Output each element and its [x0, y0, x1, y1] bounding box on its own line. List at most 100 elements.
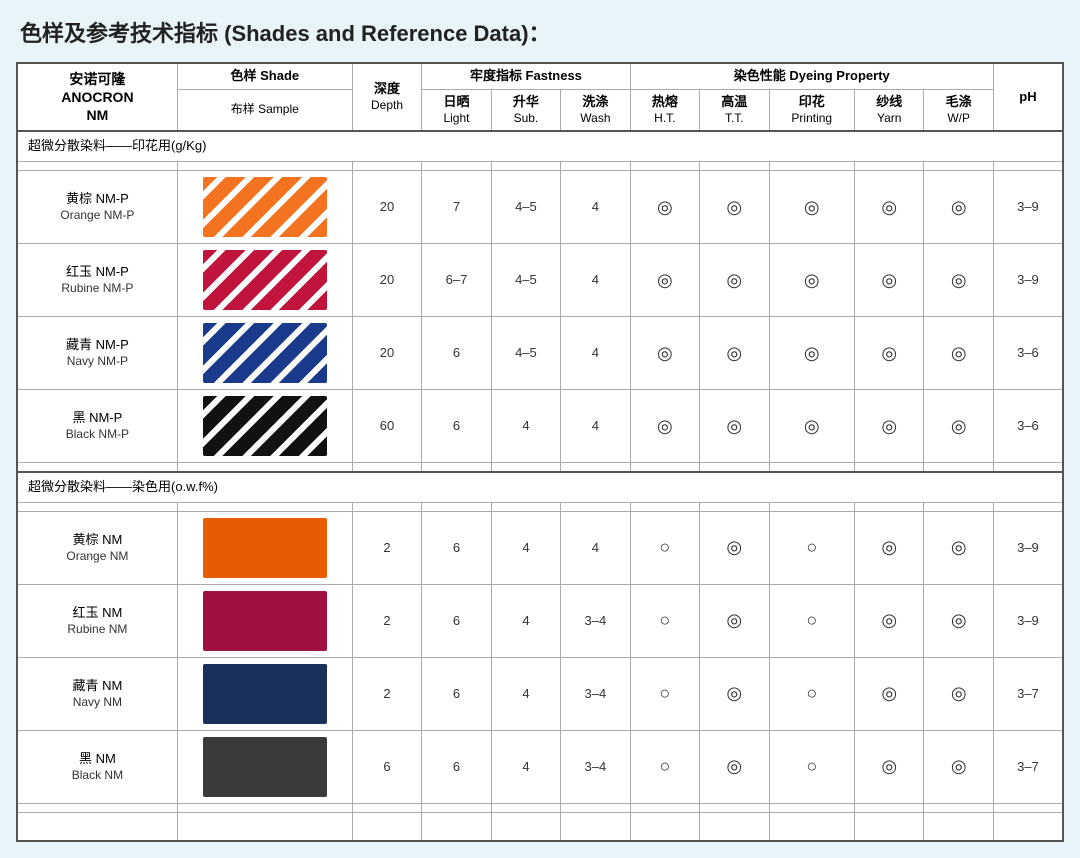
depth-cell: 6: [352, 731, 421, 804]
table-row: 红玉 NM-PRubine NM-P206–74–54◎◎◎◎◎3–9: [17, 244, 1063, 317]
swatch-cell: [177, 658, 352, 731]
light-cell: 6: [422, 658, 491, 731]
yarn-cell: ◎: [855, 171, 924, 244]
ph-cell: 3–6: [993, 317, 1063, 390]
ht-header: 热熔 H.T.: [630, 89, 699, 131]
ph-cell: 3–9: [993, 244, 1063, 317]
wash-cell: 4: [561, 171, 630, 244]
light-cell: 6: [422, 317, 491, 390]
table-row: 黄棕 NMOrange NM2644○◎○◎◎3–9: [17, 512, 1063, 585]
depth-cell: 20: [352, 317, 421, 390]
light-cell: 6: [422, 390, 491, 463]
swatch-cell: [177, 171, 352, 244]
sub-header: 升华 Sub.: [491, 89, 560, 131]
ht-cell: ◎: [630, 244, 699, 317]
printing-header: 印花 Printing: [769, 89, 854, 131]
data-table: 安诺可隆 ANOCRON NM 色样 Shade 深度 Depth 牢度指标 F…: [16, 62, 1064, 842]
header-row-1: 安诺可隆 ANOCRON NM 色样 Shade 深度 Depth 牢度指标 F…: [17, 63, 1063, 89]
wash-cell: 4: [561, 317, 630, 390]
printing-cell: ○: [769, 731, 854, 804]
ht-cell: ○: [630, 658, 699, 731]
sub-cell: 4: [491, 585, 560, 658]
swatch-cell: [177, 244, 352, 317]
yarn-header: 纱线 Yarn: [855, 89, 924, 131]
ht-cell: ◎: [630, 171, 699, 244]
wp-header: 毛涤 W/P: [924, 89, 993, 131]
wash-cell: 3–4: [561, 585, 630, 658]
light-header: 日晒 Light: [422, 89, 491, 131]
wp-cell: ◎: [924, 171, 993, 244]
fastness-header: 牢度指标 Fastness: [422, 63, 630, 89]
wp-cell: ◎: [924, 585, 993, 658]
dyeing-header: 染色性能 Dyeing Property: [630, 63, 993, 89]
ph-cell: 3–7: [993, 731, 1063, 804]
swatch-cell: [177, 317, 352, 390]
wp-cell: ◎: [924, 244, 993, 317]
final-empty-row: [17, 813, 1063, 841]
product-name-cell: 藏青 NM-PNavy NM-P: [17, 317, 177, 390]
product-name-cell: 黑 NMBlack NM: [17, 731, 177, 804]
sub-cell: 4: [491, 658, 560, 731]
yarn-cell: ◎: [855, 658, 924, 731]
swatch-cell: [177, 390, 352, 463]
light-cell: 6: [422, 585, 491, 658]
depth-cell: 60: [352, 390, 421, 463]
product-name-cell: 黑 NM-PBlack NM-P: [17, 390, 177, 463]
wash-cell: 4: [561, 390, 630, 463]
ht-cell: ◎: [630, 317, 699, 390]
wp-cell: ◎: [924, 731, 993, 804]
yarn-cell: ◎: [855, 244, 924, 317]
yarn-cell: ◎: [855, 512, 924, 585]
swatch-cell: [177, 512, 352, 585]
wash-cell: 3–4: [561, 731, 630, 804]
tt-cell: ◎: [700, 585, 769, 658]
ph-header: pH: [993, 63, 1063, 131]
light-cell: 6: [422, 512, 491, 585]
table-row: 红玉 NMRubine NM2643–4○◎○◎◎3–9: [17, 585, 1063, 658]
section-header-0: 超微分散染料——印花用(g/Kg): [17, 131, 1063, 161]
wash-cell: 4: [561, 512, 630, 585]
yarn-cell: ◎: [855, 585, 924, 658]
ht-cell: ○: [630, 731, 699, 804]
wp-cell: ◎: [924, 658, 993, 731]
sub-cell: 4–5: [491, 171, 560, 244]
yarn-cell: ◎: [855, 390, 924, 463]
spacer-row: [17, 463, 1063, 473]
table-row: 藏青 NMNavy NM2643–4○◎○◎◎3–7: [17, 658, 1063, 731]
depth-cell: 2: [352, 512, 421, 585]
depth-cell: 2: [352, 658, 421, 731]
sub-cell: 4–5: [491, 317, 560, 390]
wash-cell: 3–4: [561, 658, 630, 731]
ph-cell: 3–9: [993, 171, 1063, 244]
ht-cell: ○: [630, 585, 699, 658]
printing-cell: ○: [769, 585, 854, 658]
light-cell: 6: [422, 731, 491, 804]
product-name-cell: 红玉 NMRubine NM: [17, 585, 177, 658]
table-row: 黑 NM-PBlack NM-P60644◎◎◎◎◎3–6: [17, 390, 1063, 463]
depth-cell: 20: [352, 244, 421, 317]
wash-header: 洗涤 Wash: [561, 89, 630, 131]
ph-cell: 3–9: [993, 585, 1063, 658]
table-row: 黑 NMBlack NM6643–4○◎○◎◎3–7: [17, 731, 1063, 804]
swatch-cell: [177, 731, 352, 804]
page-title: 色样及参考技术指标 (Shades and Reference Data)：: [16, 16, 1064, 48]
table-row: 藏青 NM-PNavy NM-P2064–54◎◎◎◎◎3–6: [17, 317, 1063, 390]
light-cell: 6–7: [422, 244, 491, 317]
ph-cell: 3–6: [993, 390, 1063, 463]
printing-cell: ◎: [769, 390, 854, 463]
ph-cell: 3–7: [993, 658, 1063, 731]
spacer-row: [17, 503, 1063, 512]
wp-cell: ◎: [924, 317, 993, 390]
swatch-cell: [177, 585, 352, 658]
tt-cell: ◎: [700, 390, 769, 463]
wp-cell: ◎: [924, 512, 993, 585]
tt-cell: ◎: [700, 171, 769, 244]
ph-cell: 3–9: [993, 512, 1063, 585]
tt-header: 高温 T.T.: [700, 89, 769, 131]
sub-cell: 4: [491, 731, 560, 804]
printing-cell: ○: [769, 512, 854, 585]
printing-cell: ○: [769, 658, 854, 731]
yarn-cell: ◎: [855, 317, 924, 390]
depth-cell: 2: [352, 585, 421, 658]
spacer-row: [17, 804, 1063, 813]
